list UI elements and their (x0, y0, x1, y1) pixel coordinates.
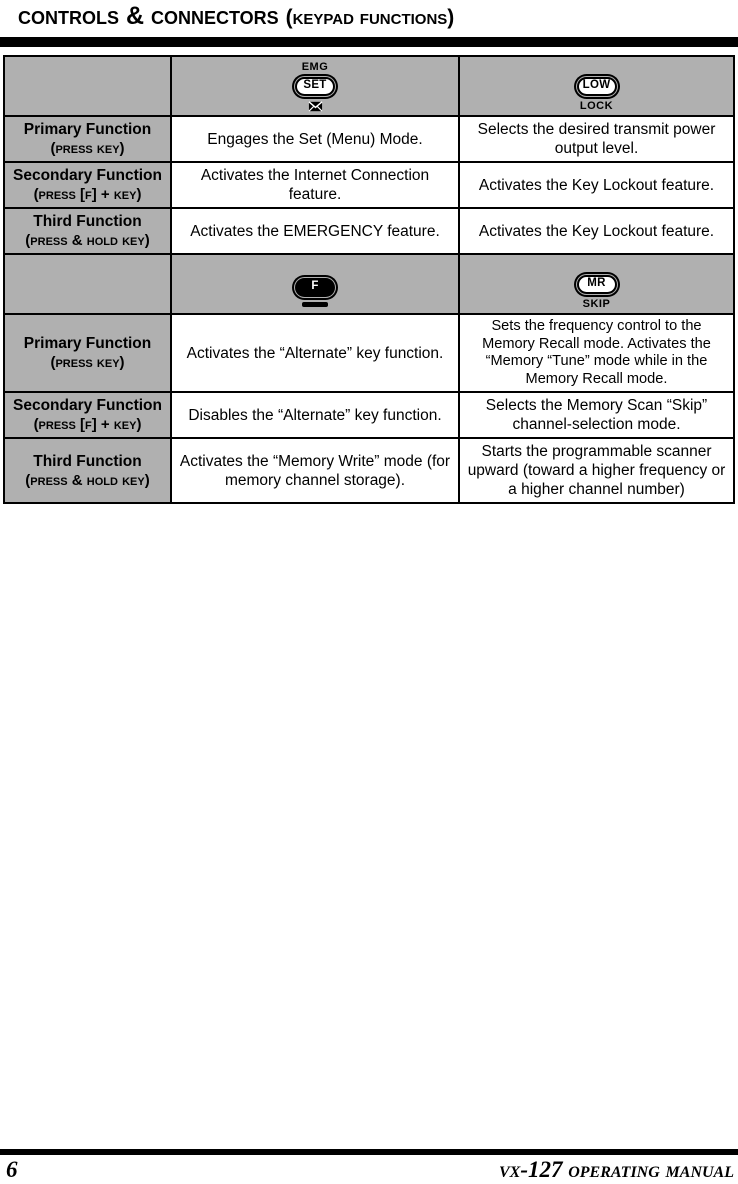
key-header-row: EMG SET LOW LOCK (3, 55, 735, 117)
row-label-sub: (Press & Hold Key) (25, 471, 150, 489)
row-label-third-function: Third Function (Press & Hold Key) (3, 437, 172, 504)
cell-mr-third: Starts the programmable scanner upward (… (458, 437, 735, 504)
cell-mr-primary: Sets the frequency control to the Memory… (458, 313, 735, 393)
keypad-functions-table: EMG SET LOW LOCK Primary Function (press… (3, 55, 735, 504)
key-header-spacer (3, 55, 172, 117)
page-header: Controls & Connectors (Keypad Functions) (0, 0, 738, 48)
page-number: 6 (6, 1157, 18, 1182)
page-title-main: Controls & Connectors (18, 2, 279, 30)
cell-f-third: Activates the “Memory Write” mode (for m… (170, 437, 460, 504)
footer-rule (0, 1149, 738, 1155)
key-bottom-label: LOCK (579, 99, 614, 112)
cell-low-third: Activates the Key Lockout feature. (458, 207, 735, 255)
keycap-set-label: SET (297, 78, 333, 94)
table-row: Secondary Function (Press [F] + Key) Dis… (3, 391, 735, 439)
row-label-sub: (Press Key) (50, 140, 125, 157)
manual-title-text: VX-127 Operating Manual (498, 1157, 734, 1182)
row-label-sub: (Press & Hold Key) (25, 232, 150, 249)
row-label-sub: (Press Key) (50, 354, 125, 371)
cell-set-third: Activates the EMERGENCY feature. (170, 207, 460, 255)
row-label-title: Third Function (33, 213, 142, 230)
cell-low-secondary: Activates the Key Lockout feature. (458, 161, 735, 209)
table-row: Third Function (Press & Hold Key) Activa… (3, 207, 735, 255)
keycap-set[interactable]: SET (292, 73, 338, 99)
table-row: Secondary Function (Press [F] + Key) Act… (3, 161, 735, 209)
row-label-sub: (Press [F] + Key) (33, 416, 142, 433)
key-header-set: EMG SET (170, 55, 460, 117)
cell-f-secondary: Disables the “Alternate” key function. (170, 391, 460, 439)
page-title: Controls & Connectors (Keypad Functions) (18, 1, 454, 33)
row-label-secondary-function: Secondary Function (Press [F] + Key) (3, 391, 172, 439)
row-label-primary-function: Primary Function (Press Key) (3, 313, 172, 393)
key-header-spacer (3, 253, 172, 315)
keycap-f[interactable]: F (292, 274, 338, 300)
key-bottom-label: SKIP (582, 297, 611, 310)
table-row: Primary Function (Press Key) Engages the… (3, 115, 735, 163)
row-label-title: Primary Function (23, 121, 152, 138)
key-top-label: EMG (301, 60, 329, 73)
keycap-low-label: LOW (578, 78, 615, 94)
row-label-title: Secondary Function (13, 167, 162, 184)
keycap-mr[interactable]: MR (573, 271, 620, 297)
cell-mr-secondary: Selects the Memory Scan “Skip” channel-s… (458, 391, 735, 439)
row-label-title: Primary Function (23, 335, 152, 352)
key-header-f: F (170, 253, 460, 315)
key-header-mr: MR SKIP (458, 253, 735, 315)
table-row: Third Function (Press & Hold Key) Activa… (3, 437, 735, 504)
cell-set-primary: Engages the Set (Menu) Mode. (170, 115, 460, 163)
row-label-secondary-function: Secondary Function (Press [F] + Key) (3, 161, 172, 209)
table-row: Primary Function (Press Key) Activates t… (3, 313, 735, 393)
key-header-row: F MR SKIP (3, 253, 735, 315)
cell-low-primary: Selects the desired transmit power outpu… (458, 115, 735, 163)
cell-f-primary: Activates the “Alternate” key function. (170, 313, 460, 393)
row-label-title: Third Function (33, 452, 142, 470)
keycap-low[interactable]: LOW (573, 73, 620, 99)
manual-title: VX-127 Operating Manual (499, 1157, 734, 1183)
row-label-primary-function: Primary Function (Press Key) (3, 115, 172, 163)
keycap-f-label: F (297, 279, 333, 295)
page-title-parenthetical: (Keypad Functions) (285, 6, 455, 29)
row-label-title: Secondary Function (13, 397, 162, 414)
row-label-third-function: Third Function (Press & Hold Key) (3, 207, 172, 255)
row-label-sub: (Press [F] + Key) (33, 186, 142, 203)
key-header-low: LOW LOCK (458, 55, 735, 117)
header-rule (0, 37, 738, 47)
envelope-icon (307, 100, 323, 112)
cell-set-secondary: Activates the Internet Connection featur… (170, 161, 460, 209)
key-underbar-icon (302, 301, 328, 307)
keycap-mr-label: MR (578, 276, 615, 292)
